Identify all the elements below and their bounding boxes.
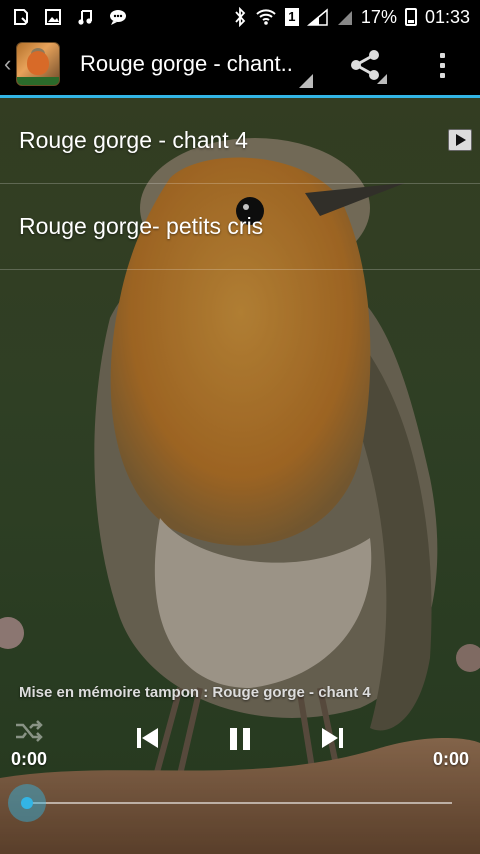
track-label: Rouge gorge- petits cris [19, 213, 264, 239]
spinner-indicator-icon [299, 74, 313, 88]
battery-icon [404, 7, 417, 26]
overflow-menu-icon [439, 52, 445, 58]
track-spinner[interactable]: Rouge gorge - chant.. [80, 33, 315, 95]
music-icon [78, 9, 92, 25]
seek-thumb[interactable] [8, 784, 46, 822]
sim-icon: 1 [284, 7, 299, 26]
buffering-status: Mise en mémoire tampon : Rouge gorge - c… [19, 684, 371, 701]
main-content: Rouge gorge - chant 4 Rouge gorge- petit… [0, 98, 480, 854]
total-time: 0:00 [432, 749, 469, 769]
app-icon-strip [17, 77, 59, 85]
battery-percent: 17% [360, 6, 397, 27]
status-right: 1 17% 01:33 [233, 6, 470, 27]
track-label: Rouge gorge - chant 4 [19, 127, 248, 153]
signal-icon [306, 7, 328, 26]
status-time: 01:33 [424, 6, 470, 27]
next-icon[interactable] [320, 725, 346, 751]
image-icon [45, 8, 61, 25]
track-item[interactable]: Rouge gorge- petits cris [0, 184, 480, 270]
notification-icon [14, 8, 28, 25]
shuffle-icon[interactable] [14, 719, 44, 743]
now-playing-icon [448, 129, 472, 151]
app-icon-bird [27, 51, 49, 75]
action-bar: ‹ Rouge gorge - chant.. [0, 33, 480, 98]
previous-icon[interactable] [134, 725, 160, 751]
track-item[interactable]: Rouge gorge - chant 4 [0, 98, 480, 184]
player-controls: Mise en mémoire tampon : Rouge gorge - c… [0, 678, 480, 854]
action-bar-title: Rouge gorge - chant.. [80, 51, 293, 76]
bluetooth-icon [235, 6, 246, 27]
signal-icon-2 [337, 10, 352, 25]
share-dropdown-indicator-icon [377, 74, 387, 84]
wifi-icon [256, 8, 276, 25]
chat-icon [110, 9, 126, 25]
pause-icon[interactable] [226, 725, 254, 753]
app-icon[interactable] [16, 42, 60, 86]
status-bar: 1 17% 01:33 [0, 0, 480, 33]
status-left [12, 8, 128, 26]
overflow-menu-button[interactable] [430, 45, 454, 85]
current-time: 0:00 [11, 749, 48, 769]
seek-bar[interactable] [28, 802, 452, 804]
back-chevron-icon[interactable]: ‹ [4, 51, 11, 77]
